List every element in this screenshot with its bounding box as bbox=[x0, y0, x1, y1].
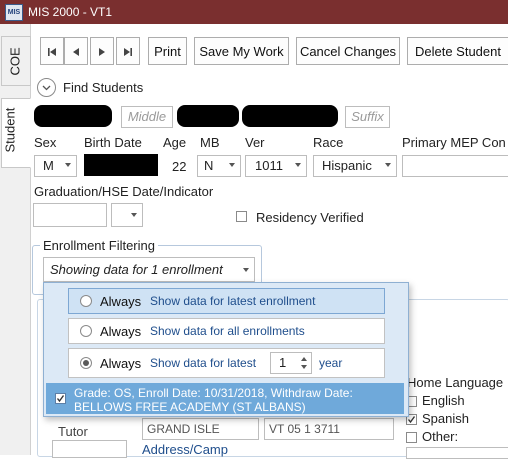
age-value: 22 bbox=[172, 159, 187, 174]
chevron-down-icon bbox=[42, 85, 51, 91]
option-desc: Show data for latest enrollment bbox=[150, 294, 316, 308]
mb-label: MB bbox=[200, 135, 220, 150]
middle-name-field[interactable]: Middle bbox=[121, 106, 173, 128]
ver-label: Ver bbox=[245, 135, 265, 150]
enrollment-filtering-legend: Enrollment Filtering bbox=[40, 238, 158, 253]
age-label: Age bbox=[163, 135, 187, 150]
enrollment-list-item[interactable]: Grade: OS, Enroll Date: 10/31/2018, With… bbox=[46, 383, 404, 414]
ver-select[interactable]: 1011 bbox=[245, 155, 307, 177]
ver-value: 1011 bbox=[255, 158, 283, 173]
last-record-button[interactable] bbox=[116, 37, 140, 65]
option-latest-enrollment[interactable]: Always Show data for latest enrollment bbox=[68, 288, 385, 314]
spinner-arrows-icon[interactable] bbox=[300, 355, 308, 371]
check-icon bbox=[56, 395, 65, 403]
radio-all-enrollments[interactable] bbox=[80, 325, 92, 337]
sex-value: M bbox=[43, 158, 54, 173]
years-spinner[interactable]: 1 bbox=[270, 352, 312, 374]
city-field[interactable]: GRAND ISLE bbox=[142, 418, 259, 440]
birth-date-label: Birth Date bbox=[84, 135, 142, 150]
last-icon bbox=[124, 48, 132, 56]
enrollment-checkbox[interactable] bbox=[55, 393, 66, 404]
years-spinner-value: 1 bbox=[279, 355, 287, 370]
enrollment-filter-value: Showing data for 1 enrollment bbox=[50, 262, 223, 277]
title-bar: MIS MIS 2000 - VT1 bbox=[0, 0, 508, 24]
chevron-down-icon bbox=[243, 268, 249, 272]
option-always-label: Always bbox=[100, 324, 142, 339]
mb-select[interactable]: N bbox=[197, 155, 241, 177]
last-name-2-field-redacted[interactable] bbox=[242, 105, 338, 127]
race-select[interactable]: Hispanic bbox=[313, 155, 397, 177]
home-language-label: Home Language bbox=[407, 375, 504, 390]
suffix-field[interactable]: Suffix bbox=[345, 106, 390, 128]
first-icon bbox=[48, 48, 56, 56]
graduation-label: Graduation/HSE Date/Indicator bbox=[34, 184, 214, 199]
enrollment-filter-dropdown: Always Show data for latest enrollment A… bbox=[43, 282, 409, 417]
radio-latest-enrollment[interactable] bbox=[80, 295, 92, 307]
expand-find-students-button[interactable] bbox=[37, 78, 56, 97]
tab-student-label: Student bbox=[2, 107, 18, 153]
residency-verified-checkbox[interactable] bbox=[236, 211, 247, 222]
years-unit-label: year bbox=[319, 356, 343, 370]
save-button[interactable]: Save My Work bbox=[194, 37, 289, 65]
primary-mep-label: Primary MEP Con bbox=[402, 135, 506, 150]
residency-verified-label: Residency Verified bbox=[256, 210, 364, 225]
birth-date-field-redacted[interactable] bbox=[84, 154, 158, 176]
radio-latest-years[interactable] bbox=[80, 357, 92, 369]
sex-label: Sex bbox=[34, 135, 57, 150]
chevron-down-icon bbox=[295, 163, 301, 167]
enrollment-text: Grade: OS, Enroll Date: 10/31/2018, With… bbox=[74, 386, 353, 414]
vertical-tab-strip: COE Student bbox=[0, 24, 31, 455]
mb-value: N bbox=[204, 158, 214, 173]
prev-icon bbox=[73, 48, 79, 56]
last-name-field-redacted[interactable] bbox=[177, 105, 239, 127]
graduation-date-field[interactable] bbox=[33, 203, 107, 227]
option-desc: Show data for latest bbox=[150, 356, 257, 370]
option-always-label: Always bbox=[100, 356, 142, 371]
enrollment-line-1: Grade: OS, Enroll Date: 10/31/2018, With… bbox=[74, 386, 353, 400]
find-students-label: Find Students bbox=[63, 80, 144, 95]
other-language-checkbox[interactable] bbox=[406, 432, 417, 443]
app-icon: MIS bbox=[5, 4, 23, 21]
next-icon bbox=[99, 48, 105, 56]
race-label: Race bbox=[313, 135, 344, 150]
other-language-label: Other: bbox=[422, 429, 459, 444]
print-button[interactable]: Print bbox=[148, 37, 187, 65]
window-title: MIS 2000 - VT1 bbox=[28, 5, 113, 19]
enrollment-filter-select[interactable]: Showing data for 1 enrollment bbox=[43, 257, 255, 282]
tutor-field[interactable] bbox=[52, 440, 127, 458]
next-record-button[interactable] bbox=[90, 37, 114, 65]
cancel-changes-button[interactable]: Cancel Changes bbox=[296, 37, 400, 65]
primary-mep-field[interactable] bbox=[402, 155, 508, 177]
other-language-field[interactable] bbox=[406, 447, 508, 459]
first-record-button[interactable] bbox=[40, 37, 64, 65]
option-latest-years[interactable]: Always Show data for latest 1 year bbox=[68, 348, 385, 378]
sex-select[interactable]: M bbox=[34, 155, 77, 177]
chevron-down-icon bbox=[131, 213, 137, 217]
tab-student[interactable]: Student bbox=[1, 98, 31, 168]
race-value: Hispanic bbox=[322, 158, 372, 173]
first-name-field-redacted[interactable] bbox=[34, 105, 112, 127]
chevron-down-icon bbox=[229, 163, 235, 167]
enrollment-line-2: BELLOWS FREE ACADEMY (ST ALBANS) bbox=[74, 400, 306, 414]
tutor-label: Tutor bbox=[58, 424, 88, 439]
graduation-indicator-select[interactable] bbox=[111, 203, 143, 227]
state-zip-field[interactable]: VT 05 1 3711 bbox=[264, 418, 394, 440]
option-desc: Show data for all enrollments bbox=[150, 324, 305, 338]
option-all-enrollments[interactable]: Always Show data for all enrollments bbox=[68, 318, 385, 344]
prev-record-button[interactable] bbox=[64, 37, 88, 65]
chevron-down-icon bbox=[65, 163, 71, 167]
chevron-down-icon bbox=[385, 163, 391, 167]
option-always-label: Always bbox=[100, 294, 142, 309]
tab-coe[interactable]: COE bbox=[1, 36, 31, 86]
tab-coe-label: COE bbox=[7, 47, 23, 76]
english-label: English bbox=[422, 393, 465, 408]
delete-student-button[interactable]: Delete Student bbox=[407, 37, 508, 65]
spanish-label: Spanish bbox=[422, 411, 469, 426]
